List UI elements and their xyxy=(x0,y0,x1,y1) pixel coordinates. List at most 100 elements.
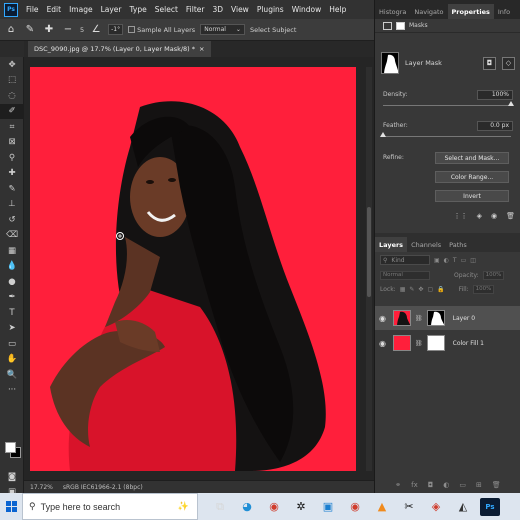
sample-all-layers-checkbox[interactable]: Sample All Layers xyxy=(128,26,195,34)
density-field[interactable]: 100% xyxy=(477,90,513,100)
eraser-tool-icon[interactable]: ⌫ xyxy=(0,228,24,244)
angle-field[interactable]: -1° xyxy=(108,24,124,35)
filter-pixel-icon[interactable]: ▣ xyxy=(434,257,440,264)
ink-icon[interactable]: ◈ xyxy=(426,498,446,516)
zoom-level[interactable]: 17.72% xyxy=(30,484,53,491)
menu-edit[interactable]: Edit xyxy=(43,5,66,14)
quick-selection-tool-icon[interactable]: ✐ xyxy=(0,103,24,119)
capcut-icon[interactable]: ✲ xyxy=(291,498,311,516)
add-vector-mask-icon[interactable]: ◇ xyxy=(502,56,515,70)
hand-tool-icon[interactable]: ✋ xyxy=(0,352,24,368)
chrome-icon[interactable]: ◉ xyxy=(264,498,284,516)
eye-icon[interactable]: ◉ xyxy=(379,339,389,348)
zoom-tool-icon[interactable]: 🔍 xyxy=(0,367,24,383)
chrome-profile-icon[interactable]: ◉ xyxy=(345,498,365,516)
menu-help[interactable]: Help xyxy=(325,5,350,14)
filter-type-icon[interactable]: T xyxy=(453,257,457,264)
tab-paths[interactable]: Paths xyxy=(445,237,471,252)
delete-layer-icon[interactable]: 🗑 xyxy=(492,481,501,489)
layer-style-icon[interactable]: fx xyxy=(411,481,418,489)
quick-mask-icon[interactable]: ◙ xyxy=(0,469,24,485)
brush-subtract-icon[interactable]: − xyxy=(61,23,75,37)
document-canvas[interactable] xyxy=(30,67,356,471)
fill-mask-thumb[interactable] xyxy=(426,335,445,351)
menu-filter[interactable]: Filter xyxy=(182,5,209,14)
chain-link-icon[interactable]: ⛓ xyxy=(415,315,423,322)
density-slider[interactable] xyxy=(383,105,511,106)
filter-smart-object-icon[interactable]: ◫ xyxy=(470,257,476,264)
eyedropper-tool-icon[interactable]: ⚲ xyxy=(0,150,24,166)
adjustment-layer-icon[interactable]: ◐ xyxy=(443,481,449,489)
blur-tool-icon[interactable]: 💧 xyxy=(0,259,24,275)
apply-mask-icon[interactable]: ◈ xyxy=(477,212,482,226)
edge-icon[interactable]: ◕ xyxy=(237,498,257,516)
load-selection-icon[interactable]: ⋮⋮ xyxy=(454,212,468,226)
move-tool-icon[interactable]: ✥ xyxy=(0,57,24,73)
new-layer-icon[interactable]: ⊞ xyxy=(476,481,482,489)
brush-size[interactable]: 5 xyxy=(80,26,84,34)
layer-name[interactable]: Color Fill 1 xyxy=(453,340,484,347)
tab-navigator[interactable]: Navigato xyxy=(410,4,447,19)
tab-histogram[interactable]: Histogra xyxy=(375,4,410,19)
tab-properties[interactable]: Properties xyxy=(447,4,494,19)
menu-window[interactable]: Window xyxy=(288,5,326,14)
menu-layer[interactable]: Layer xyxy=(97,5,126,14)
frame-tool-icon[interactable]: ⊠ xyxy=(0,135,24,151)
feather-slider-knob[interactable] xyxy=(380,132,386,137)
color-fill-thumbnail[interactable] xyxy=(393,335,411,351)
rectangle-tool-icon[interactable]: ▭ xyxy=(0,336,24,352)
add-pixel-mask-icon[interactable]: ◘ xyxy=(483,56,496,70)
healing-brush-tool-icon[interactable]: ✚ xyxy=(0,166,24,182)
feather-slider[interactable] xyxy=(383,136,511,137)
gradient-tool-icon[interactable]: ▦ xyxy=(0,243,24,259)
feather-field[interactable]: 0.0 px xyxy=(477,121,513,131)
filter-shape-icon[interactable]: ▭ xyxy=(461,257,467,264)
layer-row-color-fill-1[interactable]: ◉ ⛓ Color Fill 1 xyxy=(375,331,520,355)
menu-file[interactable]: File xyxy=(22,5,43,14)
task-view-icon[interactable]: ⧉ xyxy=(210,498,230,516)
taskbar-search[interactable]: ⚲ Type here to search ✨ xyxy=(22,493,198,520)
menu-select[interactable]: Select xyxy=(151,5,182,14)
scrollbar-thumb[interactable] xyxy=(367,207,371,297)
menu-type[interactable]: Type xyxy=(126,5,151,14)
tab-layers[interactable]: Layers xyxy=(375,237,408,252)
menu-3d[interactable]: 3D xyxy=(208,5,227,14)
foreground-color-swatch[interactable] xyxy=(5,442,16,453)
workspace-icon[interactable]: ◭ xyxy=(453,498,473,516)
brush-tool-preset-icon[interactable]: ✎ xyxy=(23,23,37,37)
vlc-icon[interactable]: ▲ xyxy=(372,498,392,516)
brush-add-icon[interactable]: ✚ xyxy=(42,23,56,37)
delete-icon[interactable]: 🗑 xyxy=(506,212,515,226)
brush-tool-icon[interactable]: ✎ xyxy=(0,181,24,197)
document-tab[interactable]: DSC_9090.jpg @ 17.7% (Layer 0, Layer Mas… xyxy=(28,41,211,57)
mode-select[interactable]: Normal ⌄ xyxy=(200,24,245,35)
filter-adjustment-icon[interactable]: ◐ xyxy=(444,257,449,264)
lock-all-icon[interactable]: 🔒 xyxy=(437,286,444,293)
density-slider-knob[interactable] xyxy=(508,101,514,106)
layer-name[interactable]: Layer 0 xyxy=(453,315,475,322)
vector-mask-icon[interactable] xyxy=(396,21,405,30)
vertical-scrollbar[interactable] xyxy=(366,67,372,471)
crop-tool-icon[interactable]: ⌗ xyxy=(0,119,24,135)
layer-row-layer-0[interactable]: ◉ ⛓ Layer 0 xyxy=(375,306,520,330)
lasso-tool-icon[interactable]: ◌ xyxy=(0,88,24,104)
more-tools-icon[interactable]: ··· xyxy=(0,383,24,399)
color-range-button[interactable]: Color Range... xyxy=(435,171,509,183)
photoshop-taskbar-icon[interactable]: Ps xyxy=(480,497,500,516)
path-selection-tool-icon[interactable]: ➤ xyxy=(0,321,24,337)
photoshop-logo[interactable]: Ps xyxy=(4,2,18,17)
fill-field[interactable]: 100% xyxy=(472,284,495,294)
clone-stamp-tool-icon[interactable]: ⊥ xyxy=(0,197,24,213)
lock-artboard-icon[interactable]: ▢ xyxy=(427,286,433,293)
menu-view[interactable]: View xyxy=(227,5,253,14)
menu-image[interactable]: Image xyxy=(65,5,97,14)
menu-plugins[interactable]: Plugins xyxy=(253,5,288,14)
lock-transparent-icon[interactable]: ▦ xyxy=(400,286,406,293)
chain-link-icon[interactable]: ⛓ xyxy=(415,340,423,347)
history-brush-tool-icon[interactable]: ↺ xyxy=(0,212,24,228)
tab-info[interactable]: Info xyxy=(494,4,514,19)
blend-mode-select[interactable]: Normal xyxy=(380,270,430,280)
filter-kind-select[interactable]: ⚲ Kind xyxy=(380,255,430,265)
photos-icon[interactable]: ▣ xyxy=(318,498,338,516)
home-icon[interactable]: ⌂ xyxy=(4,23,18,37)
